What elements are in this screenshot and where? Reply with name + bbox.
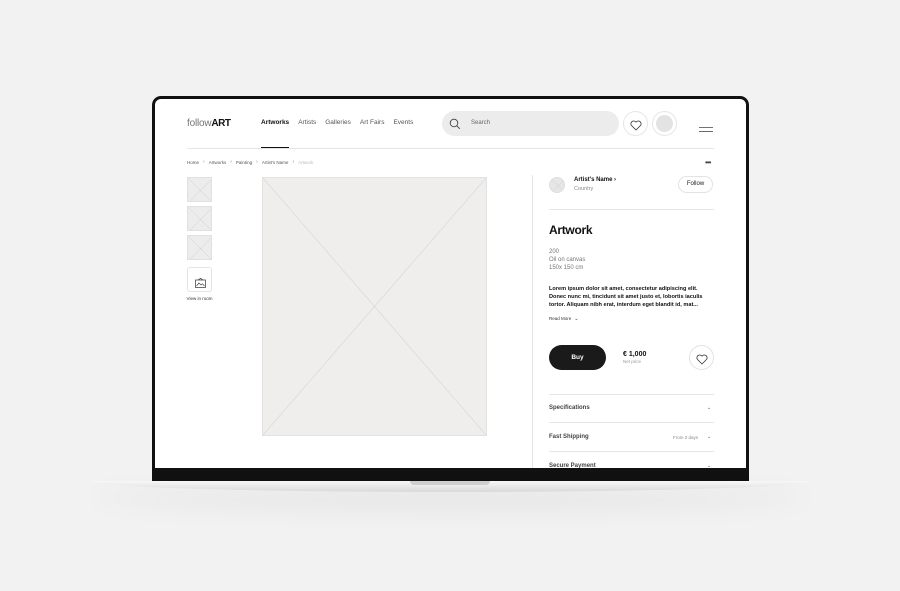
image-placeholder-icon [188, 178, 211, 201]
artwork-year: 200 [549, 249, 560, 255]
screen: followART Artworks Artists Galleries Art… [155, 99, 746, 469]
artwork-title: Artwork [549, 223, 593, 237]
main-nav: Artworks Artists Galleries Art Fairs Eve… [261, 119, 422, 126]
search-placeholder: Search [471, 120, 491, 126]
header-divider [187, 148, 714, 149]
artwork-size: 150x 150 cm [549, 265, 584, 271]
breadcrumb-chevron-icon: › [256, 159, 258, 165]
breadcrumb-painting[interactable]: Painting [236, 160, 252, 165]
artist-divider [549, 209, 714, 210]
heart-icon [630, 118, 642, 136]
image-placeholder-icon [262, 177, 487, 436]
nav-item-events[interactable]: Events [393, 119, 413, 126]
image-placeholder-icon [188, 236, 211, 259]
main-artwork-image[interactable] [262, 177, 487, 436]
search-input[interactable]: Search [442, 111, 619, 136]
logo[interactable]: followART [187, 118, 231, 129]
artist-avatar[interactable] [549, 177, 565, 193]
search-icon[interactable] [449, 117, 461, 135]
price-note: Net price [623, 359, 642, 364]
thumbnail-2[interactable] [187, 206, 212, 231]
image-placeholder-icon [188, 207, 211, 230]
view-in-room-label: View in room [186, 296, 213, 301]
nav-item-art-fairs[interactable]: Art Fairs [360, 119, 385, 126]
buy-button[interactable]: Buy [549, 345, 606, 370]
breadcrumb-current: Artwork [298, 159, 314, 165]
read-more-link[interactable]: Read More ⌄ [549, 316, 578, 322]
heart-icon [696, 352, 708, 370]
screen-bottom-edge [155, 468, 746, 469]
add-to-wishlist-button[interactable] [689, 345, 714, 370]
account-button[interactable] [652, 111, 677, 136]
chevron-down-icon: ⌄ [574, 316, 579, 322]
thumbnail-1[interactable] [187, 177, 212, 202]
shipping-time: From 2 days [673, 435, 699, 440]
column-divider [532, 175, 533, 469]
wishlist-button[interactable] [623, 111, 648, 136]
follow-button[interactable]: Follow [678, 176, 713, 193]
breadcrumb-chevron-icon: › [230, 159, 232, 165]
read-more-label: Read More [549, 316, 572, 321]
artist-name[interactable]: Artist's Name [574, 177, 612, 183]
header: followART Artworks Artists Galleries Art… [155, 99, 746, 149]
avatar [656, 115, 673, 132]
price: € 1,000 [623, 351, 647, 358]
artwork-description: Lorem ipsum dolor sit amet, consectetur … [549, 286, 703, 309]
thumbnail-3[interactable] [187, 235, 212, 260]
nav-item-artists[interactable]: Artists [298, 119, 316, 126]
accordion-divider [549, 394, 714, 395]
nav-item-galleries[interactable]: Galleries [325, 119, 351, 126]
room-icon [195, 275, 206, 293]
nav-item-artworks[interactable]: Artworks [261, 119, 289, 126]
breadcrumb: Home › Artworks › Painting › Artist's Na… [187, 159, 313, 165]
breadcrumb-chevron-icon: › [203, 159, 205, 165]
laptop-notch [410, 481, 490, 485]
accordion-divider [549, 451, 714, 452]
accordion-divider [549, 422, 714, 423]
hamburger-icon[interactable] [699, 120, 713, 138]
breadcrumb-chevron-icon: › [292, 159, 295, 165]
accordion-specifications[interactable]: Specifications [549, 405, 590, 411]
breadcrumb-artworks[interactable]: Artworks [209, 160, 227, 165]
chevron-right-icon[interactable]: › [614, 177, 616, 183]
more-dots-icon[interactable]: ••• [705, 158, 711, 167]
view-in-room-button[interactable] [187, 267, 212, 292]
accordion-fast-shipping[interactable]: Fast Shipping [549, 434, 589, 440]
chevron-down-icon[interactable]: ⌄ [707, 434, 711, 440]
breadcrumb-home[interactable]: Home [187, 160, 199, 165]
chevron-down-icon[interactable]: ⌄ [707, 405, 711, 411]
breadcrumb-artist[interactable]: Artist's Name [262, 160, 289, 165]
artist-country: Country [574, 186, 594, 192]
artwork-medium: Oil on canvas [549, 257, 586, 263]
